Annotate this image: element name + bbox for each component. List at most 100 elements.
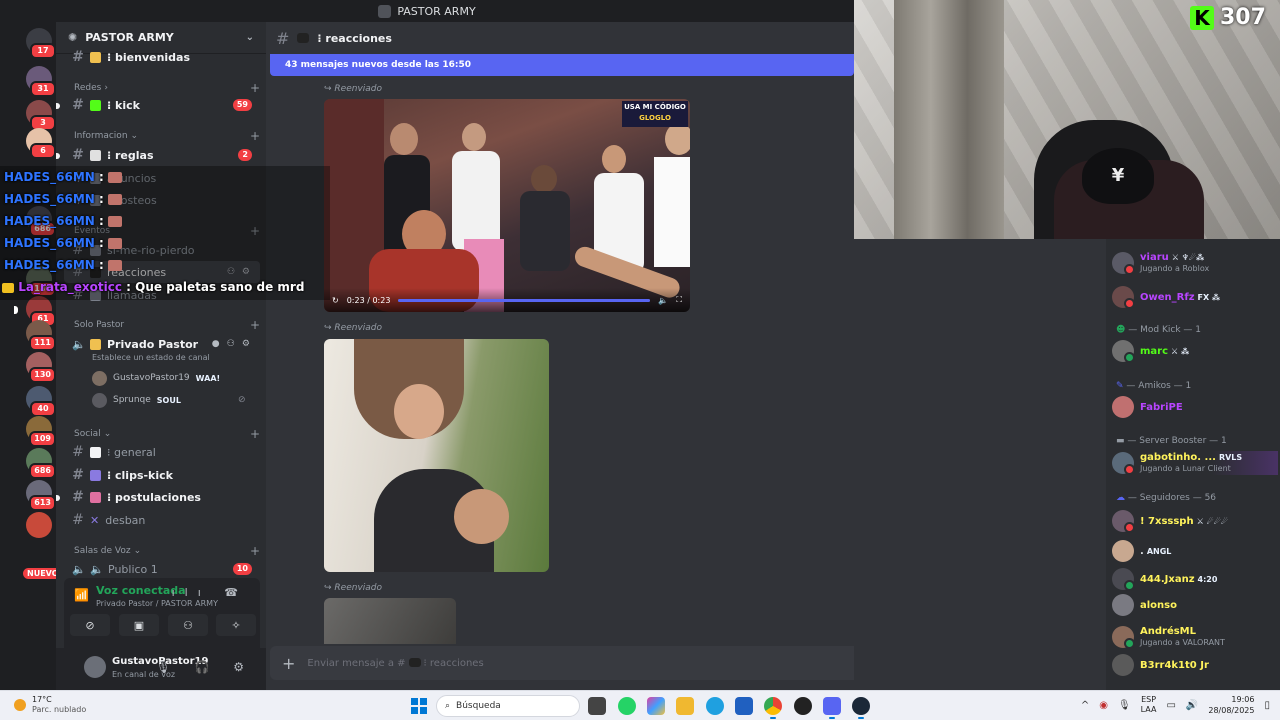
- notification-icon[interactable]: ▯: [1264, 700, 1270, 711]
- member-name: alonso: [1140, 599, 1177, 611]
- member-item[interactable]: ! 7xsssph ⚔ ☄☄☄: [1112, 509, 1228, 533]
- voice-user[interactable]: Sprunqe SOUL ⊘: [92, 391, 246, 409]
- forwarded-label: ↪ Reenviado: [324, 84, 382, 94]
- member-item[interactable]: alonso: [1112, 593, 1177, 617]
- member-item[interactable]: gabotinho. ... RVLS Jugando a Lunar Client: [1112, 451, 1278, 475]
- server-item[interactable]: 613: [26, 480, 56, 511]
- video-progress[interactable]: [398, 298, 651, 302]
- avatar[interactable]: [84, 656, 106, 678]
- add-channel-icon[interactable]: +: [250, 81, 260, 95]
- add-channel-icon[interactable]: +: [250, 129, 260, 143]
- chevron-down-icon: ⌄: [245, 32, 254, 43]
- weather-temp: 17°C: [32, 695, 52, 704]
- channel-bienvenidas[interactable]: # ⁝ bienvenidas: [64, 46, 260, 68]
- clock[interactable]: 19:06 28/08/2025: [1208, 694, 1254, 716]
- server-item[interactable]: 130: [26, 352, 56, 383]
- image-attachment[interactable]: [324, 339, 549, 572]
- server-item[interactable]: 109: [26, 416, 56, 447]
- category-label: Solo Pastor: [74, 320, 125, 330]
- windows-start-icon[interactable]: [411, 698, 427, 714]
- weather-widget[interactable]: 17°C Parc. nublado: [14, 695, 86, 714]
- server-item[interactable]: [26, 512, 52, 538]
- voice-channel-publico-1[interactable]: 🔈 🔈 Publico 1 10: [64, 558, 260, 580]
- video-attachment[interactable]: USA MI CÓDIGO GLOGLO ↻ 0:23 / 0:23 🔈 ⛶: [324, 99, 690, 312]
- channel-label: ⁝ postulaciones: [107, 490, 201, 504]
- member-item[interactable]: . ANGL: [1112, 539, 1171, 563]
- screen-share-button[interactable]: ▣: [119, 614, 159, 636]
- channel-status-hint[interactable]: Establece un estado de canal: [92, 353, 210, 362]
- category-solo-pastor[interactable]: Solo Pastor +: [74, 317, 260, 333]
- member-item[interactable]: B3rr4k1t0 Jr: [1112, 653, 1209, 677]
- camera-off-button[interactable]: ⊘: [70, 614, 110, 636]
- add-attachment-icon[interactable]: +: [282, 654, 295, 673]
- voice-channel-privado-pastor[interactable]: 🔈 Privado Pastor ● ⚇ ⚙: [64, 333, 260, 355]
- language-indicator[interactable]: ESP LAA: [1141, 695, 1157, 715]
- photo-face: [454, 489, 509, 544]
- member-activity: Jugando a Lunar Client: [1140, 464, 1231, 473]
- channel-postulaciones[interactable]: # ⁝ postulaciones: [56, 486, 260, 508]
- member-item[interactable]: viaru ⚔ ♆☄⁂ Jugando a Roblox: [1112, 251, 1209, 275]
- server-item[interactable]: 111: [26, 320, 56, 351]
- overlay-username: La_rata_exoticc: [18, 280, 122, 294]
- role-header: ▬ — Server Booster — 1: [1116, 436, 1227, 446]
- server-item[interactable]: 6: [26, 128, 56, 159]
- activity-button[interactable]: ⚇: [168, 614, 208, 636]
- taskbar-search[interactable]: ⌕ Búsqueda: [436, 695, 580, 717]
- channel-reglas[interactable]: # ⁝ reglas 2: [56, 144, 260, 166]
- add-channel-icon[interactable]: +: [250, 544, 260, 558]
- new-messages-bar[interactable]: 43 mensajes nuevos desde las 16:50: [270, 54, 854, 76]
- add-channel-icon[interactable]: +: [250, 427, 260, 441]
- tray-chevron-icon[interactable]: ^: [1081, 700, 1089, 711]
- obs-icon[interactable]: [794, 697, 812, 715]
- member-item[interactable]: AndrésML Jugando a VALORANT: [1112, 625, 1225, 649]
- whatsapp-icon[interactable]: [618, 697, 636, 715]
- member-item[interactable]: Owen_Rfz FX ⁂: [1112, 285, 1220, 309]
- network-icon[interactable]: ▭: [1166, 700, 1175, 711]
- file-explorer-icon[interactable]: [676, 697, 694, 715]
- edge-icon[interactable]: [706, 697, 724, 715]
- server-item[interactable]: 3: [26, 100, 56, 131]
- discord-icon[interactable]: [823, 697, 841, 719]
- replay-icon[interactable]: ↻: [332, 296, 339, 305]
- channel-desban[interactable]: # ✕ desban: [64, 509, 260, 531]
- channel-clips-kick[interactable]: # ⁝ clips-kick: [64, 464, 260, 486]
- server-item[interactable]: 40: [26, 386, 56, 417]
- mic-headphone-settings-icons[interactable]: 🎙 🎧 ⚙: [155, 660, 254, 674]
- task-view-icon[interactable]: [588, 697, 606, 715]
- category-social[interactable]: Social ⌄ +: [74, 426, 260, 442]
- voice-actions-icons[interactable]: ılı ☎: [172, 586, 248, 599]
- volume-icon[interactable]: 🔊: [1186, 700, 1198, 711]
- tray-app-icon[interactable]: ◉: [1099, 700, 1108, 711]
- channel-general[interactable]: # ⁝ general: [64, 441, 260, 463]
- voice-user[interactable]: GustavoPastor19 WAA!: [92, 369, 220, 387]
- soundboard-button[interactable]: ✧: [216, 614, 256, 636]
- forwarded-label: ↪ Reenviado: [324, 323, 382, 333]
- steam-icon[interactable]: [852, 697, 870, 719]
- copilot-icon[interactable]: [647, 697, 665, 715]
- channel-kick[interactable]: # ⁝ kick 59: [56, 94, 260, 116]
- server-item[interactable]: 686: [26, 448, 56, 479]
- store-icon[interactable]: [735, 697, 753, 715]
- fullscreen-icon[interactable]: ⛶: [676, 295, 682, 305]
- signal-icon[interactable]: 📶: [74, 588, 89, 602]
- image-attachment[interactable]: [324, 598, 456, 644]
- voice-channel-tools-icon[interactable]: ● ⚇ ⚙: [212, 339, 252, 349]
- category-salas-de-voz[interactable]: Salas de Voz ⌄ +: [74, 543, 260, 559]
- server-rail: 17 31 3 6 686 180 61 111 130 40 109 686 …: [0, 22, 63, 690]
- member-item[interactable]: FabriPE: [1112, 395, 1183, 419]
- chevron-right-icon: ›: [104, 83, 108, 93]
- volume-icon[interactable]: 🔈: [658, 296, 668, 305]
- server-discord-home[interactable]: 17: [26, 28, 56, 59]
- chrome-icon[interactable]: [764, 697, 782, 719]
- category-informacion[interactable]: Informacion ⌄ +: [74, 128, 260, 144]
- member-item[interactable]: 444.Jxanz 4:20: [1112, 567, 1217, 591]
- hash-icon: #: [72, 467, 84, 483]
- microphone-icon[interactable]: 🎙: [1118, 700, 1131, 711]
- voice-user-name: Sprunqe: [113, 395, 151, 405]
- composer-input[interactable]: Enviar mensaje a # ⁝ reacciones: [307, 658, 483, 669]
- screen: PASTOR ARMY 17 31 3 6 686 180 61 111 130…: [0, 0, 1280, 720]
- server-item[interactable]: 31: [26, 66, 56, 97]
- voice-location[interactable]: Privado Pastor / PASTOR ARMY: [96, 599, 218, 608]
- member-item[interactable]: marc ⚔ ⁂: [1112, 339, 1189, 363]
- add-channel-icon[interactable]: +: [250, 318, 260, 332]
